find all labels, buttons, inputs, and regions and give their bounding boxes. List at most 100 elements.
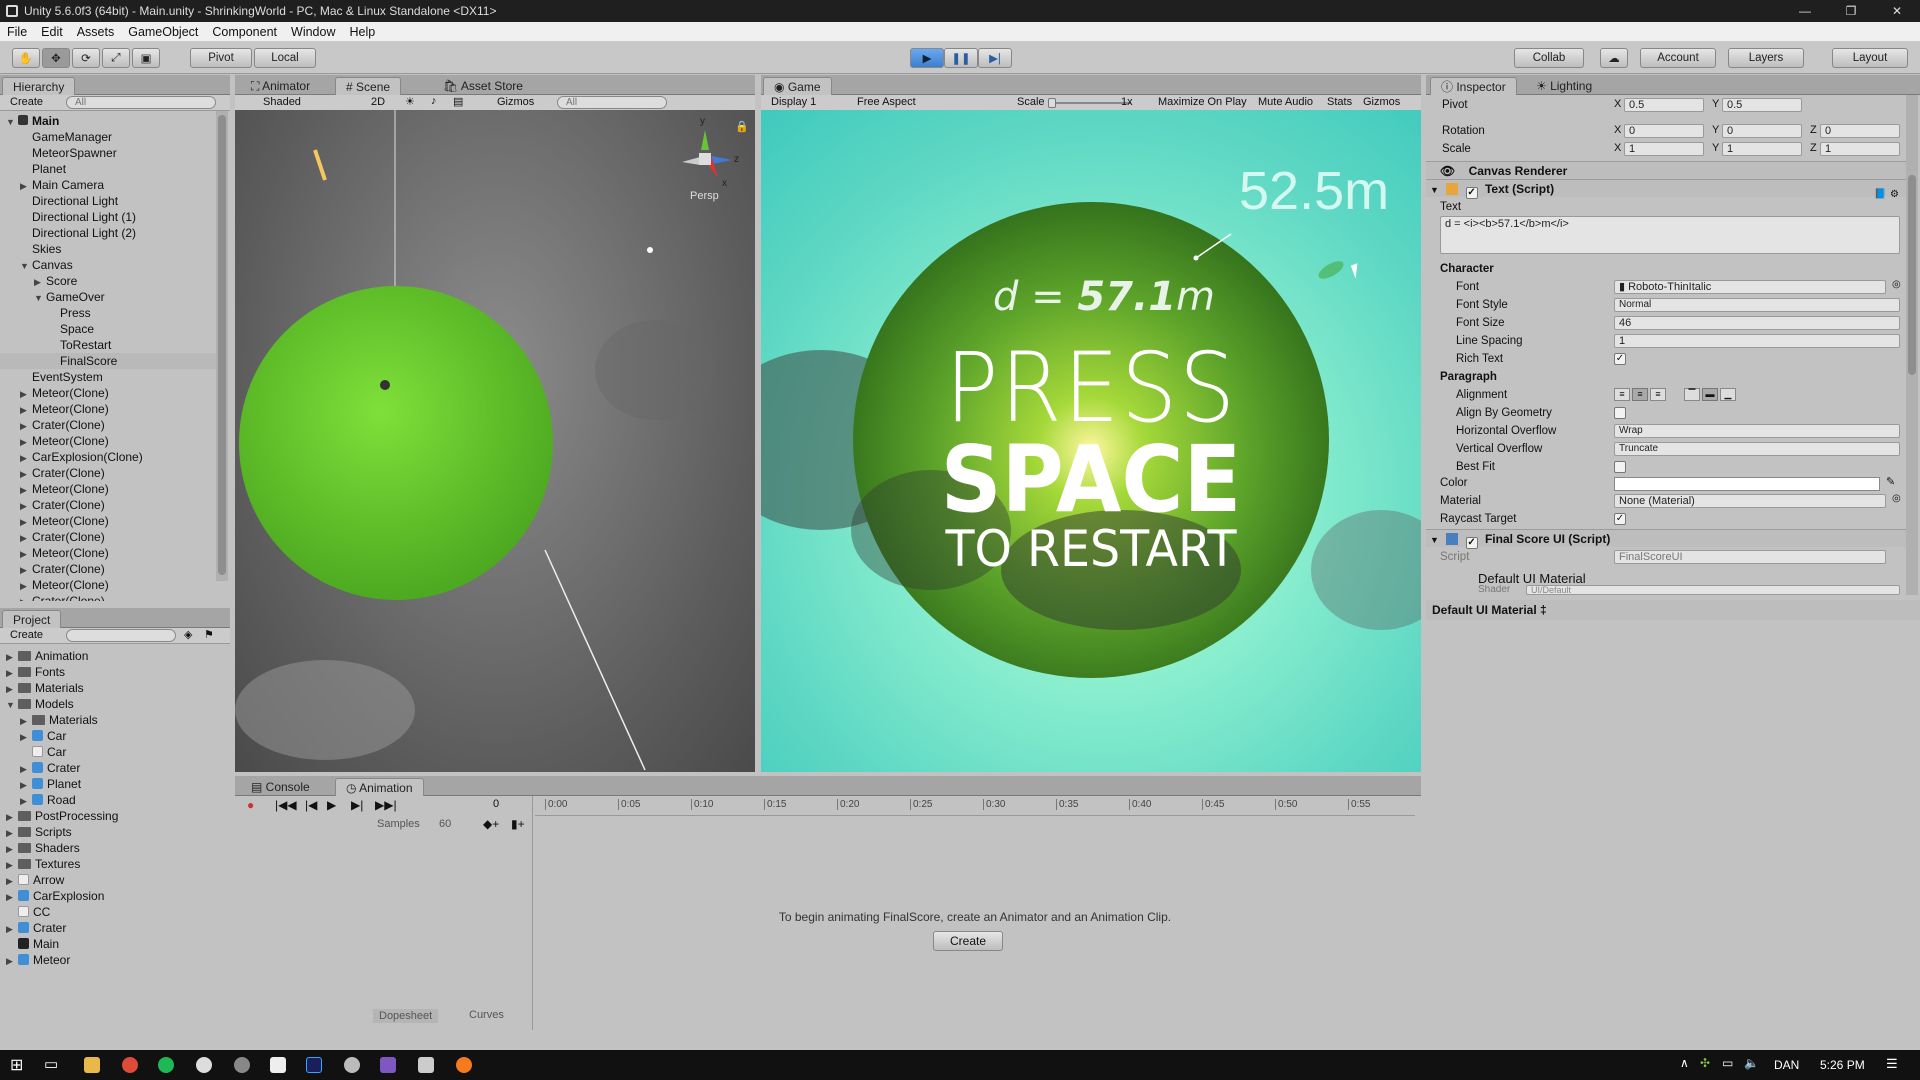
expand-arrow-icon[interactable]: ▶ <box>6 681 18 697</box>
prev-key-icon[interactable]: |◀ <box>305 798 317 812</box>
project-item[interactable]: ▶ Crater <box>0 920 228 936</box>
hierarchy-item[interactable]: Press <box>0 305 216 321</box>
color-swatch[interactable] <box>1614 477 1880 491</box>
project-item[interactable]: ▶ Scripts <box>0 824 228 840</box>
expand-arrow-icon[interactable]: ▶ <box>20 594 32 601</box>
align-right-icon[interactable]: ≡ <box>1650 388 1666 401</box>
final-score-script-header[interactable]: ▼ ✓ Final Score UI (Script) <box>1426 529 1906 549</box>
hierarchy-item[interactable]: ▶Crater(Clone) <box>0 497 216 513</box>
close-button[interactable]: ✕ <box>1874 0 1920 22</box>
project-item[interactable]: ▶ Crater <box>0 760 228 776</box>
align-center-icon[interactable]: ≡ <box>1632 388 1648 401</box>
expand-arrow-icon[interactable]: ▶ <box>20 793 32 809</box>
font-size-field[interactable]: 46 <box>1614 316 1900 330</box>
scene-gizmos-dropdown[interactable]: Gizmos <box>497 96 534 108</box>
tab-asset-store[interactable]: 🛍 Asset Store <box>433 77 533 95</box>
horizontal-overflow-dropdown[interactable]: Wrap <box>1614 424 1900 438</box>
expand-arrow-icon[interactable]: ▼ <box>34 290 46 306</box>
expand-arrow-icon[interactable]: ▶ <box>6 825 18 841</box>
step-button[interactable]: ▶| <box>978 48 1012 68</box>
menu-window[interactable]: Window <box>284 25 342 39</box>
create-clip-button[interactable]: Create <box>933 931 1003 951</box>
unity-taskbar-icon[interactable] <box>270 1057 286 1073</box>
first-key-icon[interactable]: |◀◀ <box>275 798 297 812</box>
calculator-icon[interactable] <box>418 1057 434 1073</box>
hierarchy-item[interactable]: FinalScore <box>0 353 216 369</box>
tab-scene[interactable]: # Scene <box>335 77 402 95</box>
rect-tool-button[interactable]: ▣ <box>132 48 160 68</box>
rotation-x-field[interactable]: 0 <box>1624 124 1704 138</box>
app-icon[interactable] <box>344 1057 360 1073</box>
tray-app-icon[interactable]: ✣ <box>1700 1056 1710 1070</box>
tab-animation[interactable]: ◷ Animation <box>335 778 424 796</box>
expand-arrow-icon[interactable]: ▶ <box>6 649 18 665</box>
align-geometry-checkbox[interactable] <box>1614 407 1626 419</box>
text-enabled-checkbox[interactable]: ✓ <box>1465 187 1478 199</box>
expand-arrow-icon[interactable]: ▶ <box>20 402 32 418</box>
pause-button[interactable]: ❚❚ <box>944 48 978 68</box>
project-item[interactable]: ▶ Textures <box>0 856 228 872</box>
expand-arrow-icon[interactable]: ▼ <box>20 258 32 274</box>
expand-arrow-icon[interactable]: ▶ <box>20 546 32 562</box>
lock-icon[interactable]: 🔒 <box>735 120 749 133</box>
mode-2d-toggle[interactable]: 2D <box>371 96 385 108</box>
maximize-button[interactable]: ❐ <box>1828 0 1874 22</box>
tab-console[interactable]: ▤ Console <box>241 778 320 796</box>
expand-arrow-icon[interactable]: ▶ <box>20 178 32 194</box>
project-item[interactable]: Main <box>0 936 228 952</box>
add-event-icon[interactable]: ▮+ <box>511 817 525 831</box>
hierarchy-item[interactable]: Skies <box>0 241 216 257</box>
pivot-x-field[interactable]: 0.5 <box>1624 98 1704 112</box>
text-area[interactable]: d = <i><b>57.1</b>m</i> <box>1440 216 1900 254</box>
language-indicator[interactable]: DAN <box>1774 1058 1799 1072</box>
planet-sphere[interactable] <box>239 286 553 600</box>
local-toggle[interactable]: Local <box>254 48 316 68</box>
expand-arrow-icon[interactable]: ▶ <box>6 841 18 857</box>
expand-arrow-icon[interactable]: ▼ <box>6 697 18 713</box>
expand-arrow-icon[interactable]: ▶ <box>20 713 32 729</box>
hierarchy-item[interactable]: ▶Crater(Clone) <box>0 561 216 577</box>
expand-arrow-icon[interactable]: ▶ <box>20 761 32 777</box>
hierarchy-item[interactable]: ▶ Score <box>0 273 216 289</box>
minimize-button[interactable]: — <box>1782 0 1828 22</box>
tab-project[interactable]: Project <box>2 610 62 628</box>
game-viewport[interactable]: 52.5m d = 57.1m PRESS SPACE TO RESTART <box>761 110 1421 772</box>
project-item[interactable]: ▼ Models <box>0 696 228 712</box>
hierarchy-item[interactable]: Directional Light (1) <box>0 209 216 225</box>
clock[interactable]: 5:26 PM <box>1820 1058 1865 1072</box>
scene-viewport[interactable]: y x z Persp 🔒 <box>235 110 755 772</box>
hierarchy-item[interactable]: ▶ Meteor(Clone) <box>0 385 216 401</box>
effects-toggle-icon[interactable]: ▤ <box>453 95 463 108</box>
record-icon[interactable]: ● <box>247 798 254 812</box>
expand-arrow-icon[interactable]: ▶ <box>6 857 18 873</box>
add-keyframe-icon[interactable]: ◆+ <box>483 817 499 831</box>
hierarchy-item[interactable]: Space <box>0 321 216 337</box>
expand-arrow-icon[interactable]: ▶ <box>6 873 18 889</box>
volume-icon[interactable]: 🔈 <box>1744 1056 1759 1070</box>
play-anim-icon[interactable]: ▶ <box>327 798 336 812</box>
pivot-toggle[interactable]: Pivot <box>190 48 252 68</box>
rotation-y-field[interactable]: 0 <box>1722 124 1802 138</box>
shading-mode-dropdown[interactable]: Shaded <box>263 96 301 108</box>
menu-gameobject[interactable]: GameObject <box>121 25 205 39</box>
expand-arrow-icon[interactable]: ▶ <box>6 921 18 937</box>
expand-arrow-icon[interactable]: ▶ <box>20 514 32 530</box>
scale-z-field[interactable]: 1 <box>1820 142 1900 156</box>
tab-hierarchy[interactable]: Hierarchy <box>2 77 76 95</box>
settings-gear-icon[interactable]: ⚙ <box>1890 189 1899 200</box>
project-item[interactable]: ▶ Shaders <box>0 840 228 856</box>
last-key-icon[interactable]: ▶▶| <box>375 798 397 812</box>
stats-toggle[interactable]: Stats <box>1327 96 1352 108</box>
project-item[interactable]: ▶ Road <box>0 792 228 808</box>
samples-field[interactable]: 60 <box>439 818 451 830</box>
windows-start-icon[interactable]: ⊞ <box>10 1055 23 1075</box>
hierarchy-item[interactable]: ▶ Meteor(Clone) <box>0 433 216 449</box>
project-create-button[interactable]: Create <box>10 629 43 641</box>
hierarchy-item[interactable]: ▶Crater(Clone) <box>0 465 216 481</box>
project-item[interactable]: ▶ Planet <box>0 776 228 792</box>
menu-file[interactable]: File <box>0 25 34 39</box>
dopesheet-tab[interactable]: Dopesheet <box>373 1009 439 1023</box>
hierarchy-item[interactable]: Directional Light (2) <box>0 225 216 241</box>
hierarchy-item[interactable]: ▶ Main Camera <box>0 177 216 193</box>
best-fit-checkbox[interactable] <box>1614 461 1626 473</box>
